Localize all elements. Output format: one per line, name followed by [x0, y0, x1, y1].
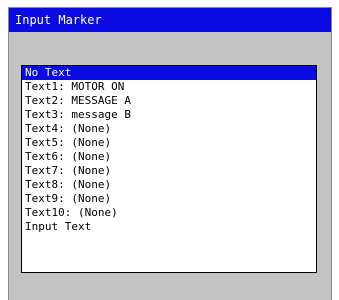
list-item-text1[interactable]: Text1: MOTOR ON: [22, 80, 316, 94]
dialog-title: Input Marker: [9, 8, 331, 32]
input-marker-dialog: Input Marker No Text Text1: MOTOR ON Tex…: [8, 7, 332, 300]
list-item-text9[interactable]: Text9: (None): [22, 192, 316, 206]
list-item-text10[interactable]: Text10: (None): [22, 206, 316, 220]
list-item-text3[interactable]: Text3: message B: [22, 108, 316, 122]
list-item-input-text[interactable]: Input Text: [22, 220, 316, 234]
list-item-text4[interactable]: Text4: (None): [22, 122, 316, 136]
list-item-no-text[interactable]: No Text: [22, 66, 316, 80]
list-item-text5[interactable]: Text5: (None): [22, 136, 316, 150]
list-item-text8[interactable]: Text8: (None): [22, 178, 316, 192]
list-item-text2[interactable]: Text2: MESSAGE A: [22, 94, 316, 108]
list-item-text7[interactable]: Text7: (None): [22, 164, 316, 178]
list-item-text6[interactable]: Text6: (None): [22, 150, 316, 164]
text-options-listbox[interactable]: No Text Text1: MOTOR ON Text2: MESSAGE A…: [21, 65, 317, 273]
